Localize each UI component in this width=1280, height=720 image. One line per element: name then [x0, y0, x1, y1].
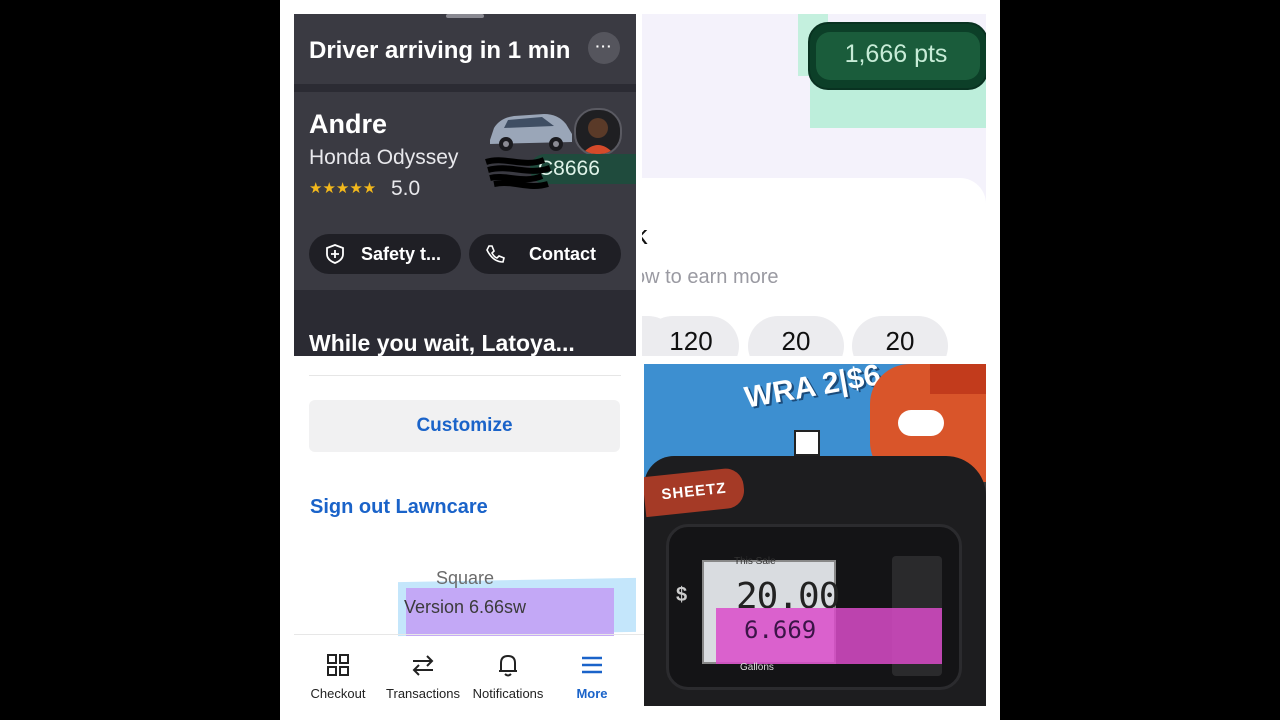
- mascot-eyes: [898, 410, 944, 436]
- car-model: Honda Odyssey: [309, 146, 459, 169]
- grid-icon: [327, 654, 349, 676]
- collage: Driver arriving in 1 min ··· Andre Honda…: [280, 0, 1000, 720]
- gallons-amount: 6.669: [744, 616, 817, 644]
- gas-pump-photo: WRA 2|$6 SHEETZ $ This Sale 20.00 6.669 …: [644, 364, 986, 706]
- earn-subtitle: ow to earn more: [642, 266, 779, 288]
- contact-label: Contact: [529, 244, 596, 264]
- rating-stars-icon: ★★★★★: [309, 180, 377, 197]
- tab-label: Checkout: [310, 686, 366, 701]
- tab-transactions[interactable]: Transactions: [381, 652, 465, 701]
- redaction-scribble: [485, 157, 552, 189]
- tab-more[interactable]: More: [550, 652, 634, 701]
- points-balance: 1,666 pts: [844, 40, 948, 68]
- qr-code-icon: [794, 430, 820, 456]
- mascot-hat: [930, 364, 986, 394]
- gallons-label: Gallons: [740, 662, 774, 673]
- bell-icon: [499, 654, 517, 677]
- wait-heading: While you wait, Latoya...: [309, 330, 575, 356]
- swap-arrows-icon: [412, 655, 434, 676]
- safety-toolkit-button[interactable]: Safety t...: [309, 234, 461, 274]
- driver-name: Andre: [309, 109, 388, 139]
- phone-icon: [486, 245, 505, 263]
- tab-checkout[interactable]: Checkout: [296, 652, 380, 701]
- tab-label: More: [576, 686, 608, 701]
- shield-icon: [326, 244, 344, 264]
- earn-heading: k: [642, 220, 648, 251]
- dollar-icon: $: [676, 584, 688, 606]
- points-chip[interactable]: 120: [643, 316, 739, 356]
- car-image: [490, 114, 572, 151]
- sheet-grabber[interactable]: [446, 14, 484, 18]
- driver-avatar: [574, 108, 622, 156]
- points-chip[interactable]: 20: [748, 316, 844, 356]
- arrival-status: Driver arriving in 1 min: [309, 37, 571, 64]
- driver-rating: 5.0: [391, 177, 421, 200]
- tab-label: Notifications: [472, 686, 544, 701]
- more-options-button[interactable]: ···: [588, 32, 620, 64]
- customize-button[interactable]: Customize: [309, 400, 620, 452]
- app-name: Square: [435, 568, 495, 588]
- sign-out-link[interactable]: Sign out Lawncare: [310, 496, 488, 519]
- tab-notifications[interactable]: Notifications: [466, 652, 550, 701]
- tab-label: Transactions: [386, 686, 460, 701]
- sale-label: This Sale: [734, 556, 776, 567]
- app-version: Version 6.66sw: [403, 597, 527, 617]
- points-panel: 1,666 pts k ow to earn more 2 120 20 20: [642, 14, 986, 356]
- tabbar-divider: [294, 634, 644, 635]
- divider: [309, 375, 621, 376]
- points-chip[interactable]: 20: [852, 316, 948, 356]
- contact-button[interactable]: Contact: [469, 234, 621, 274]
- square-panel: Customize Sign out Lawncare Square Versi…: [294, 356, 644, 720]
- safety-label: Safety t...: [361, 244, 442, 264]
- ride-panel: Driver arriving in 1 min ··· Andre Honda…: [294, 14, 636, 356]
- menu-icon: [582, 656, 602, 674]
